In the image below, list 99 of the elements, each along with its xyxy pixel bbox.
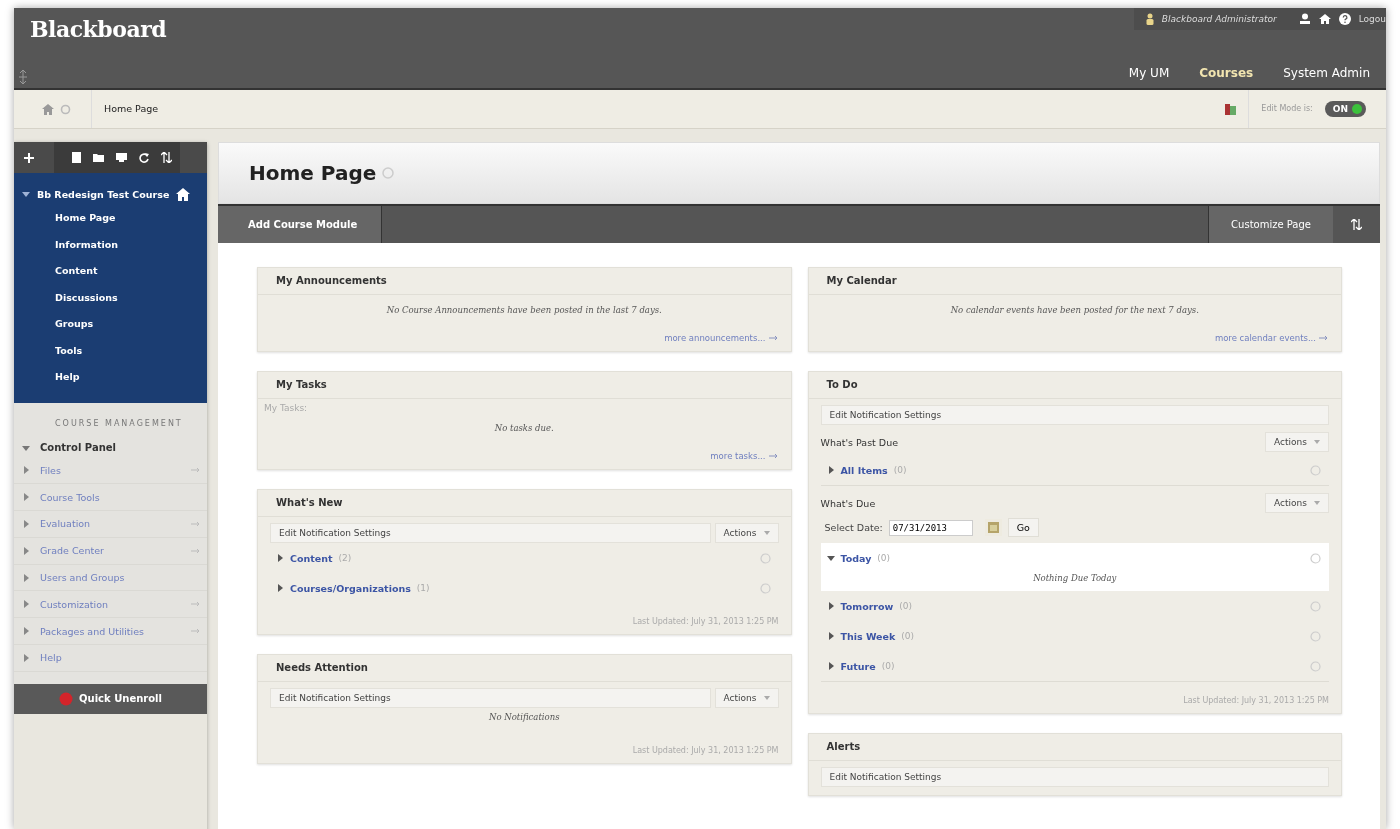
course-menu-item[interactable]: Content bbox=[14, 258, 207, 285]
customize-button[interactable]: Customize Page bbox=[1208, 206, 1333, 243]
date-field[interactable]: 07/31/2013 bbox=[888, 519, 973, 536]
item-count: (1) bbox=[416, 583, 430, 593]
actions-button[interactable]: Actions bbox=[714, 688, 779, 708]
arrow-right-icon bbox=[768, 335, 779, 341]
folder-icon bbox=[93, 153, 104, 162]
module-title: Alerts bbox=[808, 734, 1341, 761]
arrow-right-icon bbox=[1319, 335, 1329, 341]
book-icon bbox=[1225, 103, 1237, 115]
course-menu-item[interactable]: Home Page bbox=[14, 205, 207, 232]
more-link[interactable]: more calendar events... bbox=[1214, 333, 1316, 343]
last-updated: Last Updated: July 31, 2013 1:25 PM bbox=[631, 616, 779, 626]
group-link[interactable]: Content bbox=[290, 552, 333, 564]
section-title: What's Past Due bbox=[820, 436, 899, 448]
home-icon bbox=[42, 103, 54, 115]
quick-unenroll-button[interactable]: Quick Unenroll bbox=[14, 683, 207, 714]
control-panel-label[interactable]: Control Panel bbox=[40, 442, 116, 453]
module-title: Needs Attention bbox=[258, 655, 791, 682]
module-title: My Tasks bbox=[258, 372, 791, 399]
item-count: (0) bbox=[877, 553, 891, 563]
item-count: (0) bbox=[901, 631, 915, 641]
badge-icon bbox=[59, 691, 74, 706]
more-link[interactable]: more tasks... bbox=[710, 451, 766, 461]
actions-button[interactable]: Actions bbox=[1265, 432, 1329, 452]
logout-link[interactable]: Logou bbox=[1358, 14, 1386, 24]
add-module-button[interactable]: Add Course Module bbox=[218, 206, 383, 243]
user-name[interactable]: Blackboard Administrator bbox=[1161, 14, 1277, 24]
person-icon bbox=[1298, 13, 1311, 25]
nav-tab[interactable]: System Admin bbox=[1283, 66, 1370, 80]
empty-message: No tasks due. bbox=[493, 422, 555, 435]
course-menu-item[interactable]: Tools bbox=[14, 337, 207, 364]
empty-message: Nothing Due Today bbox=[1032, 573, 1118, 585]
module-title: What's New bbox=[258, 490, 791, 517]
module-title: To Do bbox=[808, 372, 1341, 399]
module-title: My Announcements bbox=[258, 268, 791, 295]
circle-icon bbox=[1310, 552, 1321, 564]
screen-icon bbox=[116, 153, 127, 162]
logo[interactable]: Blackboard bbox=[14, 8, 167, 42]
edit-mode-label: Edit Mode is: bbox=[1248, 90, 1313, 128]
circle-icon bbox=[759, 582, 771, 594]
item-count: (0) bbox=[881, 661, 895, 671]
circle-icon bbox=[759, 552, 771, 564]
breadcrumb-item[interactable]: Home Page bbox=[91, 90, 159, 128]
actions-button[interactable]: Actions bbox=[1265, 493, 1329, 513]
resize-handle-icon bbox=[18, 70, 28, 84]
go-button[interactable]: Go bbox=[1007, 518, 1039, 537]
nav-tab[interactable]: My UM bbox=[1128, 66, 1170, 80]
empty-message: No Course Announcements have been posted in the last 7 days. bbox=[385, 304, 663, 317]
group-link[interactable]: Courses/Organizations bbox=[290, 582, 411, 594]
caret-down-icon bbox=[1314, 440, 1320, 444]
edit-mode-toggle[interactable]: ON bbox=[1324, 101, 1366, 117]
last-updated: Last Updated: July 31, 2013 1:25 PM bbox=[631, 745, 779, 755]
caret-down-icon bbox=[763, 531, 770, 535]
section-heading: COURSE MANAGEMENT bbox=[54, 418, 184, 428]
notification-settings-link[interactable]: Edit Notification Settings bbox=[270, 688, 711, 708]
empty-message: No calendar events have been posted for the next 7 days. bbox=[949, 304, 1200, 317]
plus-icon bbox=[24, 152, 34, 163]
section-title: What's Due bbox=[820, 497, 876, 509]
module-title: My Calendar bbox=[808, 268, 1341, 295]
group-link[interactable]: Today bbox=[840, 552, 872, 564]
item-count: (2) bbox=[338, 553, 352, 563]
caret-down-icon bbox=[763, 696, 770, 700]
arrow-right-icon bbox=[768, 453, 779, 459]
course-menu-item[interactable]: Groups bbox=[14, 311, 207, 338]
sort-icon bbox=[161, 152, 172, 163]
circle-icon bbox=[1310, 630, 1321, 642]
page-icon bbox=[72, 152, 81, 163]
course-menu-item[interactable]: Information bbox=[14, 231, 207, 258]
group-link[interactable]: Future bbox=[840, 660, 876, 672]
last-updated: Last Updated: July 31, 2013 1:25 PM bbox=[1182, 695, 1329, 705]
nav-tab[interactable]: Courses bbox=[1199, 66, 1254, 80]
more-link[interactable]: more announcements... bbox=[664, 333, 766, 343]
group-link[interactable]: Tomorrow bbox=[840, 600, 894, 612]
actions-button[interactable]: Actions bbox=[714, 523, 779, 543]
sort-icon bbox=[1351, 219, 1362, 230]
home-icon bbox=[1318, 13, 1331, 25]
group-link[interactable]: All Items bbox=[840, 464, 888, 476]
notification-settings-link[interactable]: Edit Notification Settings bbox=[820, 767, 1329, 787]
item-count: (0) bbox=[899, 601, 913, 611]
circle-icon bbox=[1310, 464, 1321, 476]
page-title: Home Page bbox=[249, 161, 377, 185]
course-menu-item[interactable]: Discussions bbox=[14, 284, 207, 311]
notification-settings-link[interactable]: Edit Notification Settings bbox=[820, 405, 1329, 425]
person-icon bbox=[1145, 13, 1154, 25]
date-label: Select Date: bbox=[824, 522, 883, 533]
caret-down-icon bbox=[1314, 501, 1320, 505]
home-icon bbox=[176, 187, 191, 201]
course-menu-item[interactable]: Help bbox=[14, 364, 207, 391]
tasks-label: My Tasks: bbox=[264, 403, 309, 413]
course-title[interactable]: Bb Redesign Test Course bbox=[37, 188, 170, 200]
notification-settings-link[interactable]: Edit Notification Settings bbox=[270, 523, 711, 543]
empty-message: No Notifications bbox=[487, 711, 561, 724]
calendar-icon bbox=[987, 522, 999, 533]
item-count: (0) bbox=[893, 465, 907, 475]
group-link[interactable]: This Week bbox=[840, 630, 896, 642]
circle-icon bbox=[1310, 660, 1321, 672]
help-icon bbox=[1338, 13, 1351, 25]
circle-icon bbox=[1310, 600, 1321, 612]
